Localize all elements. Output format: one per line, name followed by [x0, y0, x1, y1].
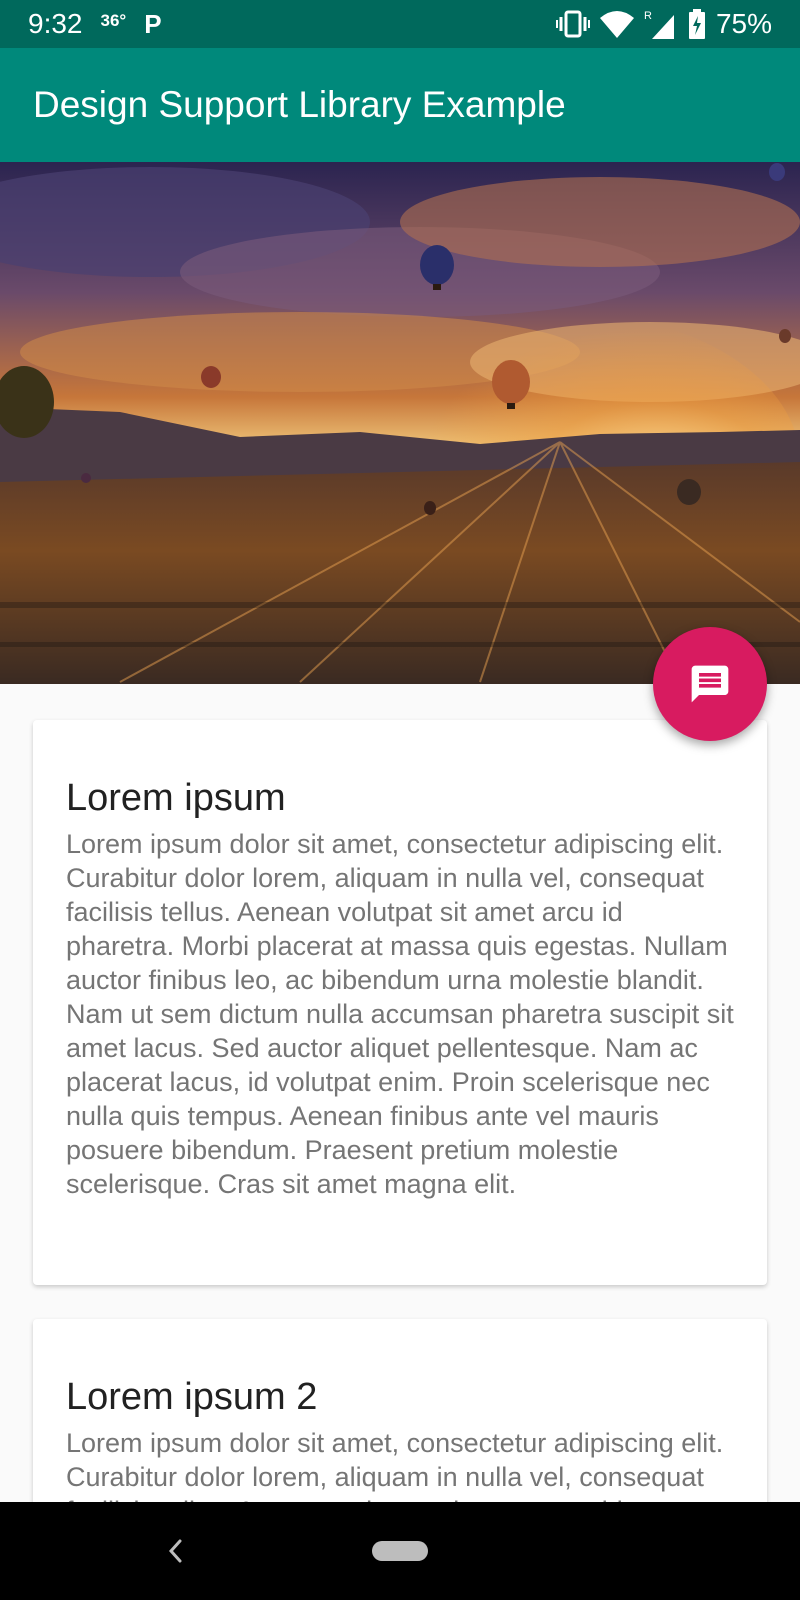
navigation-bar — [0, 1502, 800, 1600]
card-body: Lorem ipsum dolor sit amet, consectetur … — [66, 829, 734, 1199]
app-bar: Design Support Library Example — [0, 48, 800, 162]
app-notification-icon: P — [144, 8, 162, 39]
header-image — [0, 162, 800, 684]
home-pill-button[interactable] — [372, 1541, 428, 1561]
app-title: Design Support Library Example — [33, 84, 566, 125]
battery-percent: 75% — [715, 8, 772, 39]
status-time: 9:32 — [28, 8, 83, 39]
svg-text:R: R — [644, 10, 652, 22]
status-right: R 75% — [555, 8, 772, 40]
scroll-content[interactable]: Lorem ipsum Lorem ipsum dolor sit amet, … — [0, 684, 800, 1502]
card-body: Lorem ipsum dolor sit amet, consectetur … — [66, 1428, 724, 1502]
back-button[interactable] — [162, 1532, 188, 1570]
card-title: Lorem ipsum 2 — [66, 1376, 318, 1418]
status-left: 9:32 36° P — [28, 8, 162, 40]
vibrate-icon — [555, 10, 590, 38]
card: Lorem ipsum 2 Lorem ipsum dolor sit amet… — [33, 1319, 767, 1502]
message-icon — [691, 665, 729, 703]
wifi-icon — [599, 11, 634, 38]
card-title: Lorem ipsum — [66, 777, 286, 819]
back-icon — [168, 1539, 182, 1563]
balloons-sunset-image — [0, 162, 800, 684]
status-temperature: 36° — [100, 11, 127, 30]
message-fab-button[interactable] — [653, 627, 767, 741]
status-bar: 9:32 36° P R 75% — [0, 0, 800, 48]
signal-roaming-icon: R — [644, 10, 674, 39]
battery-charging-icon — [688, 9, 705, 39]
card: Lorem ipsum Lorem ipsum dolor sit amet, … — [33, 720, 767, 1285]
